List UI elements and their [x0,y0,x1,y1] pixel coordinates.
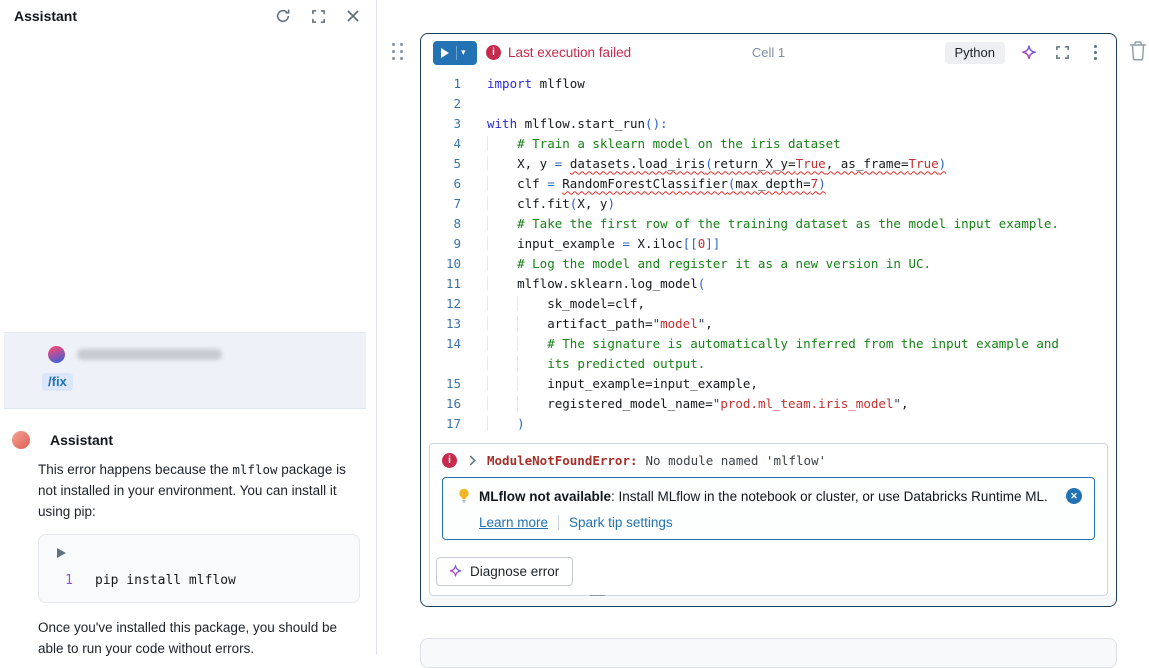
code-line[interactable]: 7 clf.fit(X, y) [421,193,1116,213]
dismiss-tip-icon[interactable]: ✕ [1066,488,1082,504]
assistant-sparkle-icon[interactable] [1020,44,1038,62]
run-snippet-icon[interactable] [57,548,66,558]
expander-chevron-icon[interactable] [468,455,477,466]
code-line-wrap[interactable]: its predicted output. [421,353,1116,373]
code-line[interactable]: 11 mlflow.sklearn.log_model( [421,273,1116,293]
run-cell-button[interactable]: ▾ [433,41,477,65]
refresh-icon[interactable] [274,7,292,25]
code-line[interactable]: 17 ) [421,413,1116,433]
code-line[interactable]: 16 registered_model_name="prod.ml_team.i… [421,393,1116,413]
cell-toolbar: ▾ i Last execution failed Cell 1 Python [421,34,1116,71]
execution-status: Last execution failed [508,45,631,60]
line-number: 6 [421,176,461,191]
line-number: 9 [421,236,461,251]
diagnose-error-label: Diagnose error [470,564,559,579]
assistant-avatar [12,431,30,449]
error-info-icon: i [442,453,457,468]
notebook-area: ▾ i Last execution failed Cell 1 Python [378,0,1149,655]
mlflow-tip-banner: MLflow not available: Install MLflow in … [442,477,1095,540]
error-output-row: i ModuleNotFoundError: No module named '… [442,453,1095,468]
line-number: 10 [421,256,461,271]
spark-tip-settings-link[interactable]: Spark tip settings [569,515,673,530]
trash-icon[interactable] [1128,40,1149,64]
code-line[interactable]: 4 # Train a sklearn model on the iris da… [421,133,1116,153]
line-number: 3 [421,116,461,131]
line-number: 4 [421,136,461,151]
code-line[interactable]: 13 artifact_path="model", [421,313,1116,333]
line-number: 8 [421,216,461,231]
line-number: 5 [421,156,461,171]
code-line[interactable]: 1import mlflow [421,73,1116,93]
line-number: 14 [421,336,461,351]
cell-drag-handle[interactable] [392,43,404,61]
line-number: 17 [421,416,461,431]
line-number: 12 [421,296,461,311]
snippet-line-number: 1 [51,573,73,588]
cell-footer [421,597,1116,606]
assistant-panel-title: Assistant [14,8,77,24]
run-dropdown-icon[interactable]: ▾ [461,48,466,57]
code-line[interactable]: 14 # The signature is automatically infe… [421,333,1116,353]
suggested-code-block: 1 pip install mlflow [38,534,360,603]
user-avatar [48,346,65,363]
line-number: 7 [421,196,461,211]
code-line[interactable]: 10 # Log the model and register it as a … [421,253,1116,273]
language-selector[interactable]: Python [945,42,1005,64]
error-message: No module named 'mlflow' [646,453,827,468]
fullscreen-icon[interactable] [309,7,327,25]
code-line[interactable]: 12 sk_model=clf, [421,293,1116,313]
expand-cell-icon[interactable] [1053,44,1071,62]
notebook-cell: ▾ i Last execution failed Cell 1 Python [420,33,1117,607]
assistant-panel: Assistant /fix Assistant This error happ… [0,0,377,655]
assistant-panel-header: Assistant [0,0,376,25]
tip-text: MLflow not available: Install MLflow in … [479,488,1048,505]
line-number: 15 [421,376,461,391]
user-name-redacted [77,349,222,360]
code-line[interactable]: 8 # Take the first row of the training d… [421,213,1116,233]
error-info-icon: i [486,45,501,60]
learn-more-link[interactable]: Learn more [479,515,548,530]
assistant-paragraph: This error happens because the mlflow pa… [38,459,360,522]
line-number: 2 [421,96,461,111]
assistant-message: Assistant This error happens because the… [12,431,364,659]
code-line[interactable]: 5 X, y = datasets.load_iris(return_X_y=T… [421,153,1116,173]
fix-command-chip[interactable]: /fix [42,373,73,391]
close-icon[interactable] [344,7,362,25]
link-separator [558,515,559,530]
code-editor[interactable]: 1import mlflow 2 3with mlflow.start_run():… [421,73,1116,433]
error-name: ModuleNotFoundError: [487,453,638,468]
code-line[interactable]: 15 input_example=input_example, [421,373,1116,393]
code-line[interactable]: 2 [421,93,1116,113]
snippet-code[interactable]: pip install mlflow [95,573,236,588]
code-line[interactable]: 6 clf = RandomForestClassifier(max_depth… [421,173,1116,193]
diagnose-error-button[interactable]: Diagnose error [436,557,573,586]
run-icon [441,48,449,58]
inline-code-mlflow: mlflow [232,462,277,477]
code-line[interactable]: 9 input_example = X.iloc[[0]] [421,233,1116,253]
kebab-menu-icon[interactable] [1086,44,1104,62]
next-cell-preview[interactable] [420,638,1117,668]
output-console: i ModuleNotFoundError: No module named '… [429,443,1108,596]
code-line[interactable]: 3with mlflow.start_run(): [421,113,1116,133]
assistant-paragraph-2: Once you've installed this package, you … [38,617,360,659]
lightbulb-icon [457,488,471,508]
line-number: 11 [421,276,461,291]
line-number: 13 [421,316,461,331]
line-number: 16 [421,396,461,411]
line-number: 1 [421,76,461,91]
user-message: /fix [4,332,366,409]
assistant-author-label: Assistant [50,432,113,448]
